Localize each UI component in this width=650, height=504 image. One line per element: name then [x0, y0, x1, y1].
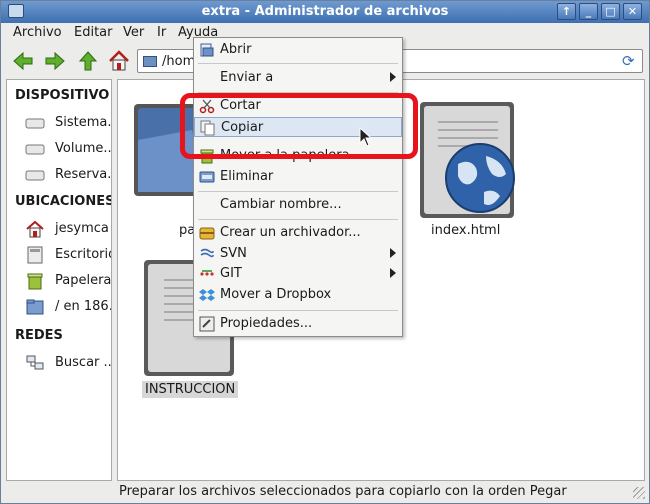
reload-icon[interactable]: ⟳	[622, 53, 638, 69]
resize-grip[interactable]	[633, 487, 645, 499]
svn-icon	[200, 248, 214, 258]
drive-icon	[25, 118, 45, 129]
status-message: Preparar los archivos seleccionados para…	[119, 484, 567, 499]
sidebar-item-label: Escritorio	[55, 247, 112, 262]
sidebar-item-sistema[interactable]: Sistema...	[7, 112, 112, 134]
menu-item-label: GIT	[220, 266, 242, 281]
folder-icon	[26, 299, 44, 315]
menu-separator	[198, 310, 398, 311]
archive-icon	[199, 227, 215, 240]
sidebar-item-label: Sistema...	[55, 115, 112, 130]
shade-button[interactable]: ↑	[557, 3, 576, 20]
menu-item-label: Cambiar nombre...	[220, 197, 342, 212]
file-manager-window: extra - Administrador de archivos ↑ _ □ …	[0, 0, 650, 504]
drive-icon	[25, 144, 45, 155]
sidebar-item-volume[interactable]: Volume...	[7, 138, 112, 160]
menu-item-enviar-a[interactable]: Enviar a	[194, 68, 402, 88]
menu-archivo[interactable]: Archivo	[13, 25, 62, 40]
sidebar-item-escritorio[interactable]: Escritorio	[7, 244, 112, 266]
menu-editar[interactable]: Editar	[74, 25, 113, 40]
sidebar-item-home[interactable]: jesymca	[7, 218, 111, 240]
drive-icon	[25, 170, 45, 181]
title-bar[interactable]: extra - Administrador de archivos ↑ _ □ …	[1, 1, 649, 23]
up-arrow-icon[interactable]	[76, 49, 100, 73]
home-icon	[26, 220, 44, 238]
menu-item-crear-archivador[interactable]: Crear un archivador...	[194, 223, 402, 243]
dropbox-icon	[199, 289, 215, 301]
open-icon	[200, 43, 214, 57]
menu-ir[interactable]: Ir	[157, 25, 166, 40]
menu-item-label: Eliminar	[220, 169, 274, 184]
sidebar-item-buscar[interactable]: Buscar ...	[7, 352, 112, 374]
file-label-instruccion: INSTRUCCION	[142, 381, 239, 398]
menu-item-label: Crear un archivador...	[220, 225, 361, 240]
back-arrow-icon[interactable]	[11, 49, 35, 73]
git-icon	[200, 270, 214, 276]
menu-item-abrir[interactable]: Abrir	[194, 40, 402, 60]
sidebar-item-network-folder[interactable]: / en 186.	[7, 296, 112, 318]
menu-item-cambiar-nombre[interactable]: Cambiar nombre...	[194, 195, 402, 215]
sidebar-item-label: jesymca	[55, 221, 109, 236]
maximize-button[interactable]: □	[601, 3, 620, 20]
folder-icon	[143, 56, 157, 67]
menu-item-label: Mover a Dropbox	[220, 287, 332, 302]
network-header: REDES	[15, 328, 63, 343]
sidebar-item-label: Volume...	[55, 141, 112, 156]
menu-item-label: Abrir	[220, 42, 252, 57]
location-text: /hom	[162, 54, 196, 69]
submenu-arrow-icon	[390, 268, 396, 278]
sidebar: DISPOSITIVO Sistema... Volume... Reserva…	[6, 79, 112, 481]
file-label-index: index.html	[431, 223, 501, 238]
window-title: extra - Administrador de archivos	[201, 4, 449, 19]
home-icon[interactable]	[107, 49, 131, 73]
forward-arrow-icon[interactable]	[43, 49, 67, 73]
menu-item-label: Enviar a	[220, 70, 274, 85]
highlight-annotation	[180, 93, 418, 159]
status-bar: Preparar los archivos seleccionados para…	[117, 483, 647, 501]
menu-item-git[interactable]: GIT	[194, 264, 402, 284]
desktop-icon	[27, 246, 43, 264]
menu-item-eliminar[interactable]: Eliminar	[194, 167, 402, 187]
menu-separator	[198, 191, 398, 192]
close-button[interactable]: ✕	[623, 3, 642, 20]
submenu-arrow-icon	[390, 248, 396, 258]
places-header: UBICACIONES	[15, 194, 112, 209]
sidebar-item-label: Papelera	[55, 273, 112, 288]
menu-separator	[198, 63, 398, 64]
menu-item-label: SVN	[220, 246, 247, 261]
sidebar-item-label: Reserva...	[55, 167, 112, 182]
sidebar-item-label: / en 186.	[55, 299, 112, 314]
menu-separator	[198, 219, 398, 220]
menu-item-label: Propiedades...	[220, 316, 313, 331]
menu-ver[interactable]: Ver	[123, 25, 144, 40]
menu-item-svn[interactable]: SVN	[194, 244, 402, 264]
submenu-arrow-icon	[390, 72, 396, 82]
delete-icon	[199, 171, 215, 183]
devices-header: DISPOSITIVO	[15, 88, 110, 103]
trash-icon	[27, 273, 43, 290]
properties-icon	[199, 316, 215, 332]
sidebar-item-reserva[interactable]: Reserva...	[7, 164, 112, 186]
html-file-icon[interactable]	[418, 100, 518, 220]
context-menu: Abrir Enviar a Cortar Copiar Mover a la …	[193, 37, 403, 337]
sidebar-item-label: Buscar ...	[55, 355, 112, 370]
minimize-button[interactable]: _	[579, 3, 598, 20]
menu-item-propiedades[interactable]: Propiedades...	[194, 314, 402, 334]
menu-item-mover-dropbox[interactable]: Mover a Dropbox	[194, 285, 402, 305]
mouse-cursor-icon	[359, 127, 373, 147]
network-icon	[26, 355, 44, 370]
sidebar-item-papelera[interactable]: Papelera	[7, 270, 112, 292]
